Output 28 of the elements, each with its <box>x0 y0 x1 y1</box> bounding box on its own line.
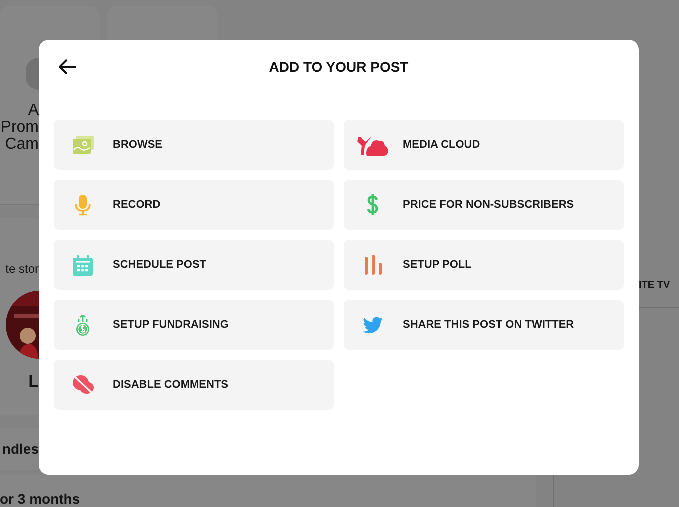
bar-chart-icon <box>364 255 382 275</box>
option-button[interactable]: DISABLE COMMENTS <box>54 360 334 410</box>
option-button[interactable]: PRICE FOR NON-SUBSCRIBERS <box>344 180 624 230</box>
option-button[interactable]: SETUP FUNDRAISING <box>54 300 334 350</box>
calendar-icon <box>73 254 93 276</box>
bird-icon <box>363 316 383 334</box>
option-button[interactable]: SETUP POLL <box>344 240 624 290</box>
dollar-icon <box>367 194 379 216</box>
option-button[interactable]: BROWSE <box>54 120 334 170</box>
section-label: te stor <box>6 262 39 276</box>
microphone-icon <box>75 194 91 216</box>
section-heading: ITE TV <box>639 275 679 308</box>
photo-icon <box>72 136 94 154</box>
story-name: L <box>28 372 39 392</box>
dialog-title: ADD TO YOUR POST <box>268 59 410 75</box>
section-heading: ndles <box>2 441 39 457</box>
no-comments-icon <box>72 375 94 395</box>
card-text: A <box>28 102 39 119</box>
money-bag-icon <box>76 314 90 336</box>
option-button[interactable]: MEDIA CLOUD <box>344 120 624 170</box>
bundle-note: or 3 months <box>0 491 80 507</box>
card-text: Cam <box>5 136 39 153</box>
option-button[interactable]: SHARE THIS POST ON TWITTER <box>344 300 624 350</box>
card-text: Prom <box>0 119 39 136</box>
option-button[interactable]: SCHEDULE POST <box>54 240 334 290</box>
option-button[interactable]: RECORD <box>54 180 334 230</box>
back-arrow-icon[interactable] <box>58 57 78 77</box>
cloud-icon <box>357 134 389 156</box>
